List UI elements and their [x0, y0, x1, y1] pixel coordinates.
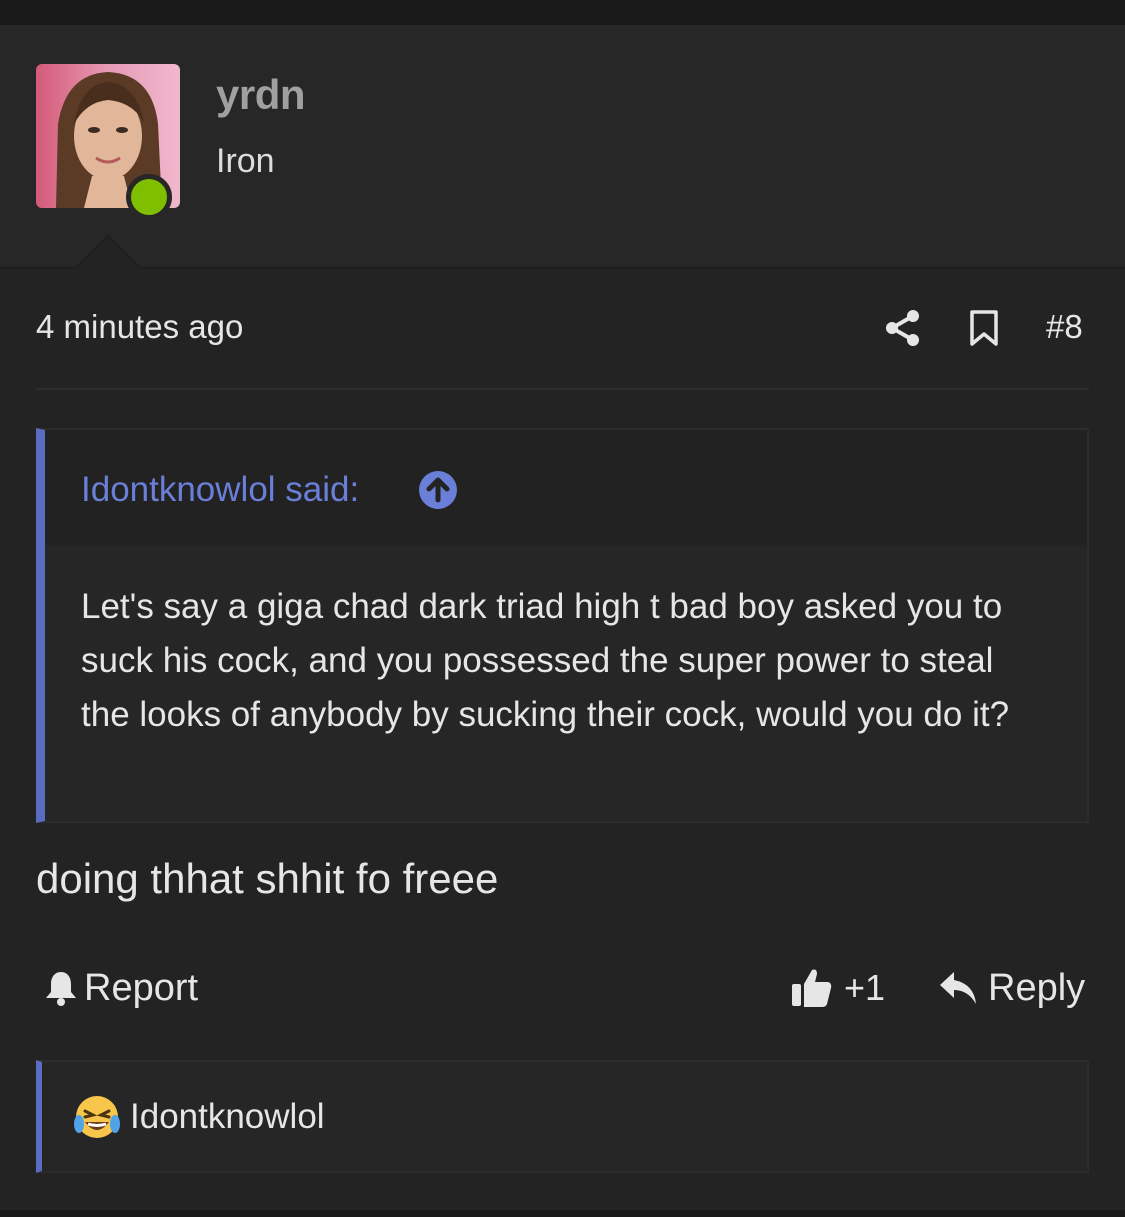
like-button[interactable]: +1: [790, 963, 885, 1013]
report-label: Report: [84, 966, 199, 1009]
bottom-strip: [0, 1210, 1125, 1217]
quote-text: Let's say a giga chad dark triad high t …: [81, 587, 1010, 734]
like-count: +1: [844, 967, 886, 1008]
author-username[interactable]: yrdn: [216, 71, 306, 119]
bell-icon: [46, 972, 76, 1006]
reply-button[interactable]: Reply: [938, 963, 1085, 1013]
quote-header: Idontknowlol said:: [45, 430, 1087, 545]
online-status-dot: [126, 174, 172, 220]
thumbs-up-icon: [792, 969, 832, 1007]
header-pointer-fill: [76, 237, 140, 269]
arrow-up-circle-icon[interactable]: [418, 470, 458, 510]
bookmark-icon[interactable]: [968, 310, 1000, 346]
reply-arrow-icon: [940, 972, 976, 1004]
post-message: doing thhat shhit fo freee: [36, 855, 499, 902]
crying-laughing-emoji-icon: [74, 1096, 120, 1138]
report-button[interactable]: Report: [44, 963, 198, 1013]
post-divider: [36, 388, 1089, 390]
reply-label: Reply: [988, 966, 1086, 1009]
forum-post: yrdn Iron 4 minutes ago #8 Idontknowlol …: [0, 25, 1125, 1210]
quote-author-link[interactable]: Idontknowlol said:: [81, 470, 359, 510]
post-timestamp[interactable]: 4 minutes ago: [36, 308, 243, 346]
post-author-header: yrdn Iron: [0, 25, 1125, 269]
reactions-bar[interactable]: Idontknowlol: [36, 1060, 1089, 1173]
share-icon[interactable]: [884, 309, 922, 347]
quote-block: Idontknowlol said: Let's say a giga chad…: [36, 428, 1089, 823]
top-strip: [0, 0, 1125, 25]
author-rank: Iron: [216, 142, 275, 180]
reaction-username: Idontknowlol: [130, 1097, 325, 1136]
post-number-link[interactable]: #8: [1046, 308, 1083, 346]
